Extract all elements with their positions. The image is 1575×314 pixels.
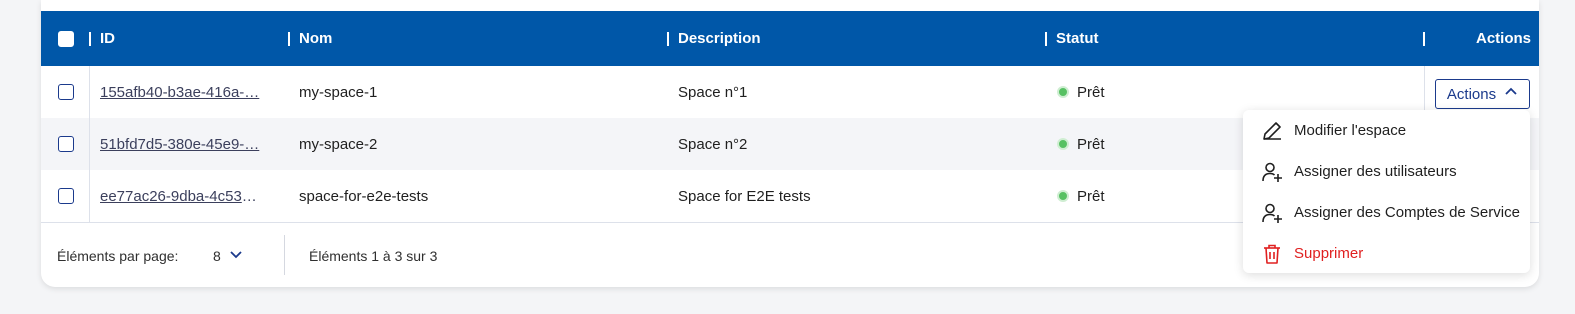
chevron-up-icon (1504, 85, 1518, 103)
status-cell: Prêt (1057, 118, 1105, 170)
space-id-link[interactable]: ee77ac26-9dba-4c53-… (100, 188, 260, 205)
header-status-label: Statut (1056, 30, 1099, 47)
header-status[interactable]: Statut (1045, 11, 1099, 66)
description-cell: Space n°2 (678, 135, 748, 153)
header-name[interactable]: Nom (288, 11, 332, 66)
menu-item-assign-users[interactable]: Assigner des utilisateurs (1243, 151, 1530, 192)
menu-item-label: Modifier l'espace (1294, 122, 1407, 139)
status-ready-dot (1057, 86, 1069, 98)
menu-item-assign-service-accounts[interactable]: Assigner des Comptes de Service (1243, 192, 1530, 233)
select-all-checkbox-cell (58, 11, 74, 66)
description-cell: Space for E2E tests (678, 187, 811, 205)
name-cell: space-for-e2e-tests (299, 187, 429, 205)
chevron-down-icon (229, 247, 243, 264)
space-id-link[interactable]: 155afb40-b3ae-416a-… (100, 84, 260, 101)
pencil-icon (1260, 119, 1284, 143)
id-cell: 51bfd7d5-380e-45e9-… (100, 118, 260, 170)
status-cell: Prêt (1057, 66, 1105, 118)
actions-menu: Modifier l'espace Assigner des utilisate… (1243, 110, 1530, 273)
row-checkbox[interactable] (58, 188, 74, 204)
status-cell: Prêt (1057, 170, 1105, 222)
per-page-label: Éléments par page: (57, 247, 179, 264)
pagination-range: Éléments 1 à 3 sur 3 (309, 247, 438, 264)
status-label: Prêt (1077, 83, 1105, 101)
user-plus-icon (1260, 201, 1284, 225)
id-cell: 155afb40-b3ae-416a-… (100, 66, 260, 118)
menu-item-edit-space[interactable]: Modifier l'espace (1243, 110, 1530, 151)
column-separator (89, 31, 91, 46)
row-actions-label: Actions (1446, 85, 1497, 103)
column-separator (288, 31, 290, 46)
row-checkbox-cell (58, 66, 74, 118)
name-cell: my-space-1 (299, 83, 378, 101)
trash-icon (1260, 242, 1284, 266)
menu-item-label: Supprimer (1294, 245, 1364, 262)
header-actions: Actions (1476, 11, 1531, 66)
user-plus-icon (1260, 160, 1284, 184)
status-label: Prêt (1077, 187, 1105, 205)
status-label: Prêt (1077, 135, 1105, 153)
row-checkbox-cell (58, 170, 74, 222)
row-actions-button[interactable]: Actions (1435, 79, 1530, 109)
select-all-checkbox[interactable] (58, 30, 74, 47)
space-id-link[interactable]: 51bfd7d5-380e-45e9-… (100, 136, 260, 153)
header-description-label: Description (678, 30, 761, 47)
row-checkbox-cell (58, 118, 74, 170)
menu-item-label: Assigner des Comptes de Service (1294, 204, 1520, 221)
per-page-select[interactable]: 8 (213, 223, 243, 287)
row-checkbox[interactable] (58, 136, 74, 152)
header-actions-label: Actions (1476, 30, 1532, 47)
checkbox-column-divider (89, 66, 90, 222)
footer-divider (284, 235, 285, 275)
row-checkbox[interactable] (58, 84, 74, 100)
column-separator (667, 31, 669, 46)
menu-item-label: Assigner des utilisateurs (1294, 163, 1457, 180)
column-separator (1423, 31, 1425, 46)
column-separator (1045, 31, 1047, 46)
per-page-value: 8 (213, 247, 221, 264)
header-description[interactable]: Description (667, 11, 761, 66)
header-name-label: Nom (299, 30, 333, 47)
menu-item-delete[interactable]: Supprimer (1243, 233, 1530, 274)
header-id-label: ID (100, 30, 115, 47)
table-header: ID Nom Description Statut Actions (41, 11, 1539, 66)
status-ready-dot (1057, 138, 1069, 150)
name-cell: my-space-2 (299, 135, 378, 153)
status-ready-dot (1057, 190, 1069, 202)
description-cell: Space n°1 (678, 83, 748, 101)
id-cell: ee77ac26-9dba-4c53-… (100, 170, 260, 222)
header-id[interactable]: ID (89, 11, 115, 66)
header-actions-separator (1423, 11, 1434, 66)
